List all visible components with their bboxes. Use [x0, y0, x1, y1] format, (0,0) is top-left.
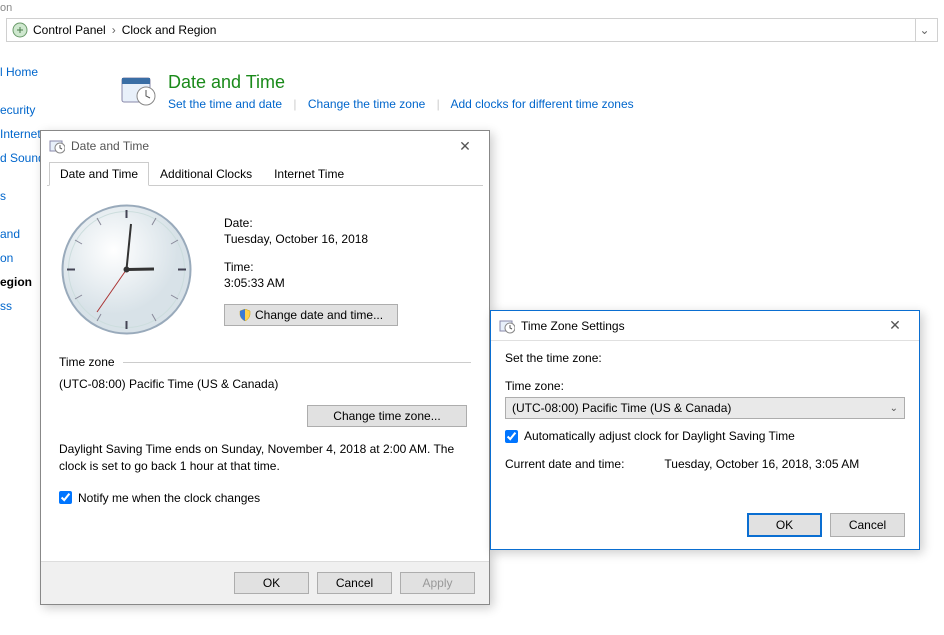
- dialog-footer: OK Cancel Apply: [41, 561, 489, 604]
- close-icon[interactable]: ✕: [879, 314, 911, 338]
- date-label: Date:: [224, 216, 398, 230]
- chevron-right-icon: ›: [112, 23, 116, 37]
- tab-additional-clocks[interactable]: Additional Clocks: [149, 162, 263, 186]
- apply-button[interactable]: Apply: [400, 572, 475, 594]
- shield-icon: [239, 309, 251, 321]
- cancel-button[interactable]: Cancel: [317, 572, 392, 594]
- timezone-selected-value: (UTC-08:00) Pacific Time (US & Canada): [512, 401, 731, 415]
- timezone-section-label: Time zone: [59, 355, 115, 369]
- sidebar-item-home[interactable]: l Home: [0, 60, 50, 84]
- instruction-text: Set the time zone:: [505, 351, 905, 365]
- timezone-label: Time zone:: [505, 379, 905, 393]
- timezone-value: (UTC-08:00) Pacific Time (US & Canada): [59, 377, 471, 391]
- notify-checkbox[interactable]: [59, 491, 72, 504]
- dst-info-text: Daylight Saving Time ends on Sunday, Nov…: [59, 441, 471, 475]
- auto-dst-checkbox[interactable]: [505, 430, 518, 443]
- divider: |: [293, 97, 296, 111]
- sidebar-item-security[interactable]: ecurity: [0, 98, 50, 122]
- cancel-button[interactable]: Cancel: [830, 513, 905, 537]
- tab-internet-time[interactable]: Internet Time: [263, 162, 355, 186]
- analog-clock: [59, 202, 194, 337]
- chevron-down-icon: ⌄: [890, 403, 898, 414]
- current-datetime-label: Current date and time:: [505, 457, 624, 471]
- link-add-clocks[interactable]: Add clocks for different time zones: [450, 97, 633, 111]
- ok-button[interactable]: OK: [747, 513, 822, 537]
- ok-button[interactable]: OK: [234, 572, 309, 594]
- date-value: Tuesday, October 16, 2018: [224, 232, 398, 246]
- breadcrumb-dropdown[interactable]: ⌄: [915, 19, 933, 41]
- link-change-tz[interactable]: Change the time zone: [308, 97, 425, 111]
- control-panel-icon: [11, 21, 29, 39]
- window-title-truncated: on: [0, 0, 944, 16]
- auto-dst-checkbox-row[interactable]: Automatically adjust clock for Daylight …: [505, 429, 905, 443]
- dialog-titlebar[interactable]: Date and Time ✕: [41, 131, 489, 161]
- breadcrumb-current[interactable]: Clock and Region: [122, 23, 217, 37]
- auto-dst-label: Automatically adjust clock for Daylight …: [524, 429, 795, 443]
- time-value: 3:05:33 AM: [224, 276, 398, 290]
- change-date-time-label: Change date and time...: [255, 308, 383, 322]
- change-date-time-button[interactable]: Change date and time...: [224, 304, 398, 326]
- dialog-titlebar[interactable]: Time Zone Settings ✕: [491, 311, 919, 341]
- current-datetime-value: Tuesday, October 16, 2018, 3:05 AM: [664, 457, 859, 471]
- breadcrumb-root[interactable]: Control Panel: [33, 23, 106, 37]
- breadcrumb[interactable]: Control Panel › Clock and Region ⌄: [6, 18, 938, 42]
- notify-checkbox-label: Notify me when the clock changes: [78, 491, 260, 505]
- dialog-footer: OK Cancel: [491, 513, 919, 549]
- tab-strip: Date and Time Additional Clocks Internet…: [47, 161, 483, 186]
- date-time-dialog: Date and Time ✕ Date and Time Additional…: [40, 130, 490, 605]
- page-links: Set the time and date | Change the time …: [168, 97, 634, 111]
- notify-checkbox-row[interactable]: Notify me when the clock changes: [59, 491, 471, 505]
- dialog-title: Date and Time: [71, 139, 149, 153]
- time-label: Time:: [224, 260, 398, 274]
- divider: |: [437, 97, 440, 111]
- divider: [123, 362, 471, 363]
- close-icon[interactable]: ✕: [449, 134, 481, 158]
- timezone-settings-dialog: Time Zone Settings ✕ Set the time zone: …: [490, 310, 920, 550]
- date-time-icon: [499, 318, 515, 334]
- date-time-icon: [120, 72, 156, 108]
- timezone-select[interactable]: (UTC-08:00) Pacific Time (US & Canada) ⌄: [505, 397, 905, 419]
- link-set-time[interactable]: Set the time and date: [168, 97, 282, 111]
- date-time-icon: [49, 138, 65, 154]
- change-timezone-button[interactable]: Change time zone...: [307, 405, 467, 427]
- tab-date-time[interactable]: Date and Time: [49, 162, 149, 186]
- main-content: Date and Time Set the time and date | Ch…: [120, 72, 634, 111]
- page-title[interactable]: Date and Time: [168, 72, 634, 93]
- dialog-title: Time Zone Settings: [521, 319, 625, 333]
